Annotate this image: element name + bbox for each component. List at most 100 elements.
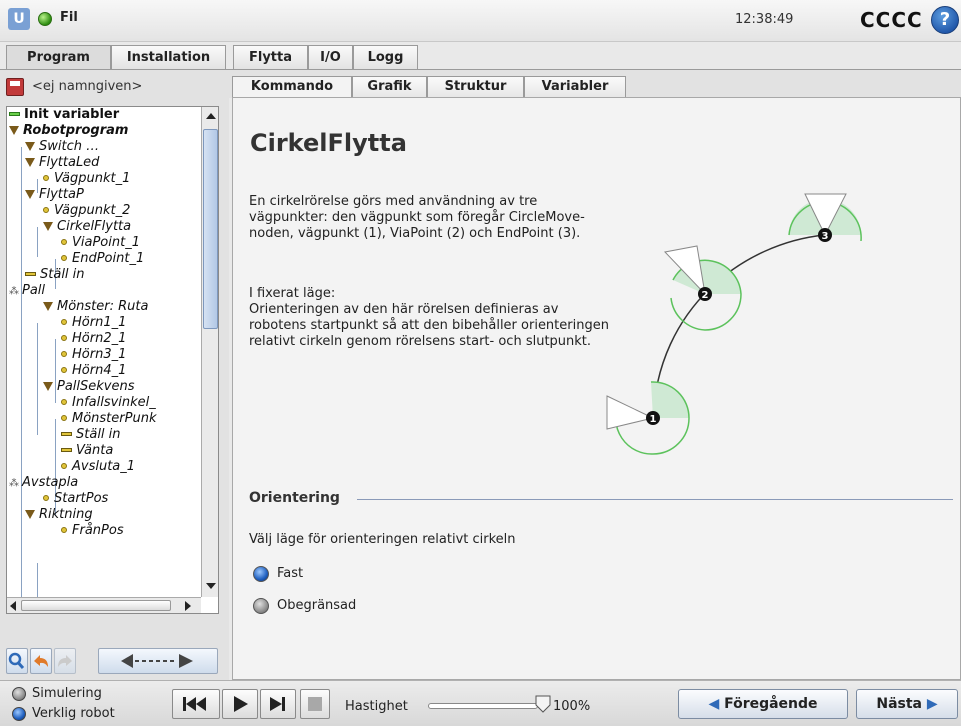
skip-back-icon <box>183 697 206 711</box>
radio-fast-label[interactable]: Fast <box>277 566 303 581</box>
tree-node[interactable]: Mönster: Ruta <box>43 299 148 315</box>
triangle-icon <box>25 142 35 151</box>
tree-node[interactable]: ⁂ Pall <box>9 283 45 299</box>
stop-button[interactable] <box>300 689 330 719</box>
simulation-label[interactable]: Simulering <box>32 686 102 701</box>
tree-node[interactable]: Vägpunkt_2 <box>43 203 130 219</box>
orientation-heading: Orientering <box>249 490 340 506</box>
tree-node[interactable]: FrånPos <box>61 523 124 539</box>
waypoint-icon <box>61 399 67 405</box>
tree-node[interactable]: Ställ in <box>25 267 85 283</box>
tree-node[interactable]: Hörn4_1 <box>61 363 126 379</box>
selected-node-label: CirkelFlytta <box>57 219 132 234</box>
tree-node[interactable]: Riktning <box>25 507 93 523</box>
scroll-up-icon[interactable] <box>206 113 216 119</box>
scroll-left-icon[interactable] <box>10 601 16 611</box>
tab-variabler[interactable]: Variabler <box>524 76 626 98</box>
tree-node[interactable]: Switch … <box>25 139 99 155</box>
tree-scroll-thumb[interactable] <box>203 129 218 329</box>
speed-slider[interactable] <box>428 703 538 709</box>
tree-node[interactable]: Ställ in <box>61 427 121 443</box>
speed-label: Hastighet <box>345 699 408 714</box>
play-button[interactable] <box>222 689 258 719</box>
real-robot-label[interactable]: Verklig robot <box>32 706 115 721</box>
redo-button[interactable] <box>54 648 76 674</box>
save-icon[interactable] <box>6 78 24 96</box>
tree-node[interactable]: Vägpunkt_1 <box>43 171 130 187</box>
set-bar-icon <box>61 448 72 452</box>
command-panel: CirkelFlytta En cirkelrörelse görs med a… <box>232 97 961 680</box>
waypoint-number: 3 <box>822 231 829 242</box>
tree-node[interactable]: MönsterPunk <box>61 411 156 427</box>
tree-node[interactable]: Vänta <box>61 443 113 459</box>
tree-node[interactable]: CirkelFlytta <box>43 219 131 235</box>
waypoint-icon <box>43 175 49 181</box>
tree-vertical-scrollbar[interactable] <box>201 107 218 597</box>
radio-fast[interactable] <box>253 566 269 582</box>
tree-horizontal-scrollbar[interactable] <box>7 597 201 613</box>
tree-node[interactable]: Hörn1_1 <box>61 315 126 331</box>
triangle-icon <box>43 222 53 231</box>
waypoint-icon <box>61 415 67 421</box>
fixed-mode-text: Orienteringen av den här rörelsen defini… <box>249 302 609 349</box>
undo-button[interactable] <box>30 648 52 674</box>
tree-node[interactable]: ViaPoint_1 <box>61 235 140 251</box>
robot-status-icon <box>38 12 52 26</box>
tree-node[interactable]: EndPoint_1 <box>61 251 144 267</box>
triangle-icon <box>43 302 53 311</box>
next-button[interactable]: Nästa ▶ <box>856 689 958 719</box>
move-node-button[interactable] <box>98 648 218 674</box>
tab-io[interactable]: I/O <box>308 45 353 70</box>
tree-node[interactable]: StartPos <box>43 491 108 507</box>
tab-flytta[interactable]: Flytta <box>233 45 308 70</box>
tab-kommando[interactable]: Kommando <box>232 76 352 98</box>
speed-value: 100% <box>553 699 591 714</box>
file-menu[interactable]: Fil <box>60 10 78 25</box>
set-bar-icon <box>25 272 36 276</box>
radio-unconstrained-label[interactable]: Obegränsad <box>277 598 356 613</box>
tree-node[interactable]: Init variabler <box>9 107 119 123</box>
step-button[interactable] <box>260 689 296 719</box>
tree-hscroll-thumb[interactable] <box>21 600 171 611</box>
tree-node[interactable]: FlyttaP <box>25 187 84 203</box>
scroll-right-icon[interactable] <box>185 601 191 611</box>
tab-grafik[interactable]: Grafik <box>352 76 427 98</box>
tree-node[interactable]: Avsluta_1 <box>61 459 135 475</box>
init-bar-icon <box>9 112 20 116</box>
clock: 12:38:49 <box>735 12 794 27</box>
tab-installation[interactable]: Installation <box>111 45 226 70</box>
speed-slider-thumb[interactable] <box>535 695 551 713</box>
triangle-icon <box>25 510 35 519</box>
simulation-radio[interactable] <box>12 687 26 701</box>
tab-logg[interactable]: Logg <box>353 45 418 70</box>
tree-node[interactable]: Infallsvinkel_ <box>61 395 156 411</box>
robot-name: CCCC <box>860 8 923 32</box>
waypoint-icon <box>61 351 67 357</box>
tab-struktur[interactable]: Struktur <box>427 76 524 98</box>
program-tree[interactable]: Init variabler Robotprogram Switch … Fly… <box>6 106 219 614</box>
scroll-down-icon[interactable] <box>206 583 216 589</box>
tree-node[interactable]: PallSekvens <box>43 379 135 395</box>
step-forward-icon <box>270 697 285 711</box>
tree-node[interactable]: Hörn2_1 <box>61 331 126 347</box>
waypoint-number: 2 <box>702 290 709 301</box>
search-button[interactable] <box>6 648 28 674</box>
tree-node[interactable]: Robotprogram <box>9 123 128 139</box>
section-divider <box>357 499 953 500</box>
tab-program[interactable]: Program <box>6 45 111 71</box>
help-button[interactable]: ? <box>931 6 959 34</box>
previous-button[interactable]: ◀ Föregående <box>678 689 848 719</box>
tree-node[interactable]: Hörn3_1 <box>61 347 126 363</box>
tree-node[interactable]: ⁂ Avstapla <box>9 475 78 491</box>
redo-icon <box>58 655 72 667</box>
circle-move-diagram: 1 2 3 <box>606 193 862 455</box>
pallet-icon: ⁂ <box>9 286 19 297</box>
rewind-button[interactable] <box>172 689 220 719</box>
waypoint-icon <box>61 255 67 261</box>
tree-node[interactable]: FlyttaLed <box>25 155 99 171</box>
real-robot-radio[interactable] <box>12 707 26 721</box>
program-panel: <ej namngiven> Init variabler Robotprogr… <box>0 70 229 680</box>
program-name: <ej namngiven> <box>32 79 143 94</box>
waypoint-icon <box>43 495 49 501</box>
radio-unconstrained[interactable] <box>253 598 269 614</box>
